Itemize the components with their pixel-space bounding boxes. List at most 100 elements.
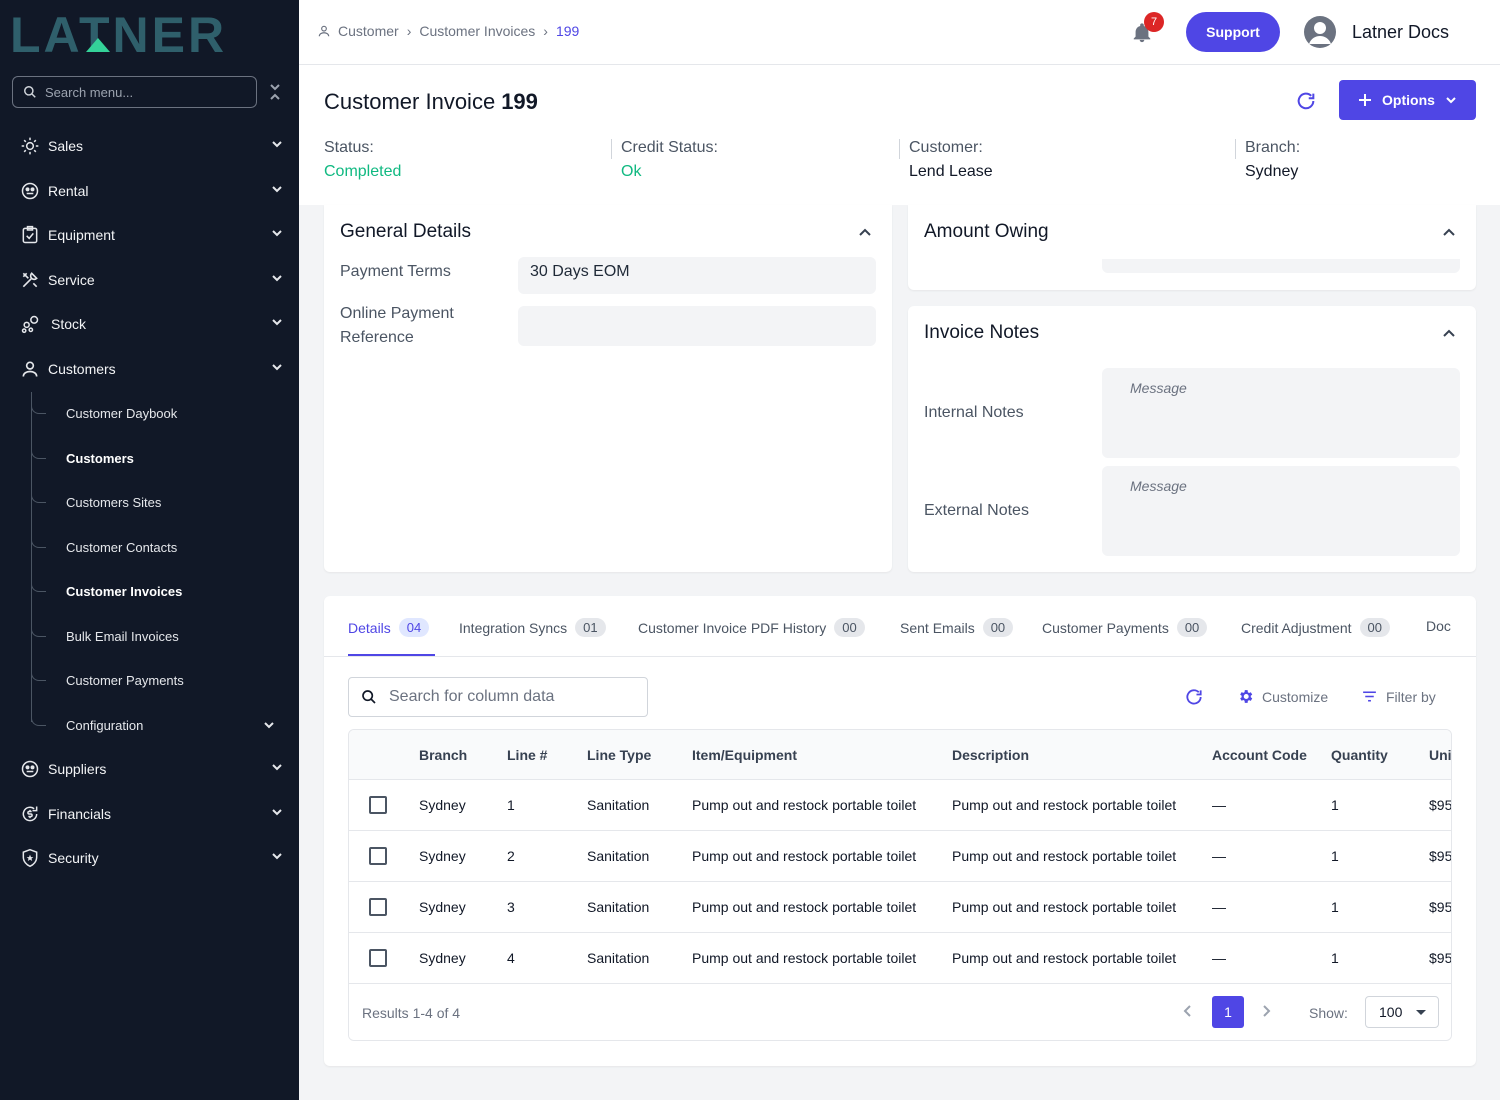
gear-icon xyxy=(1240,690,1253,703)
column-header-line-type[interactable]: Line Type xyxy=(587,747,651,763)
search-icon xyxy=(24,86,36,98)
options-button[interactable]: Options xyxy=(1339,80,1476,120)
column-header-line-number[interactable]: Line # xyxy=(507,747,547,763)
amount-owing-card: Amount Owing xyxy=(908,205,1476,290)
chevron-right-icon[interactable] xyxy=(1259,1004,1273,1018)
invoice-header: Customer Invoice 199 Options Status: Comp… xyxy=(299,65,1500,205)
online-payment-reference-field[interactable] xyxy=(518,306,876,346)
tab-details[interactable]: Details 04 xyxy=(348,618,430,637)
sidebar-subitem-configuration[interactable]: Configuration xyxy=(31,707,291,743)
customize-button[interactable]: Customize xyxy=(1237,688,1328,705)
column-header-branch[interactable]: Branch xyxy=(419,747,467,763)
sidebar-item-equipment[interactable]: Equipment xyxy=(0,215,299,255)
menu-search-input[interactable]: Search menu... xyxy=(12,76,257,108)
column-header-quantity[interactable]: Quantity xyxy=(1331,747,1388,763)
sidebar-subitem-bulk-email-invoices[interactable]: Bulk Email Invoices xyxy=(31,618,291,654)
column-search-input[interactable]: Search for column data xyxy=(348,677,648,717)
cell-branch: Sydney xyxy=(419,848,466,864)
chevron-up-icon[interactable] xyxy=(1442,326,1456,340)
customer-value[interactable]: Lend Lease xyxy=(909,163,993,181)
table-row[interactable]: Sydney 2 Sanitation Pump out and restock… xyxy=(349,831,1451,882)
sidebar-item-suppliers[interactable]: Suppliers xyxy=(0,749,299,789)
table-row[interactable]: Sydney 1 Sanitation Pump out and restock… xyxy=(349,780,1451,831)
column-header-description[interactable]: Description xyxy=(952,747,1029,763)
column-header-item-equipment[interactable]: Item/Equipment xyxy=(692,747,797,763)
cell-account-code: — xyxy=(1212,950,1226,966)
sidebar-subitem-customer-payments[interactable]: Customer Payments xyxy=(31,662,291,698)
svg-text:LATNER: LATNER xyxy=(10,10,227,56)
sidebar-subitem-customers[interactable]: Customers xyxy=(31,440,291,476)
page-title-text: Customer Invoice xyxy=(324,89,496,114)
sidebar-item-service[interactable]: Service xyxy=(0,260,299,300)
chevron-up-icon[interactable] xyxy=(1442,225,1456,239)
payment-terms-field[interactable]: 30 Days EOM xyxy=(518,257,876,294)
refresh-icon[interactable] xyxy=(1184,687,1204,707)
refresh-icon[interactable] xyxy=(1295,90,1317,112)
sidebar-subitem-customer-daybook[interactable]: Customer Daybook xyxy=(31,395,291,431)
column-header-account-code[interactable]: Account Code xyxy=(1212,747,1307,763)
avatar[interactable] xyxy=(1304,16,1336,48)
breadcrumb-separator: › xyxy=(406,23,412,39)
sidebar-subitem-customers-sites[interactable]: Customers Sites xyxy=(31,484,291,520)
chevron-up-icon[interactable] xyxy=(858,225,872,239)
divider xyxy=(899,139,900,159)
sidebar-item-label: Equipment xyxy=(48,227,115,243)
sidebar-item-stock[interactable]: Stock xyxy=(0,304,299,344)
tab-customer-payments[interactable]: Customer Payments 00 xyxy=(1042,618,1208,637)
sidebar-subitem-customer-contacts[interactable]: Customer Contacts xyxy=(31,529,291,565)
tab-count: 00 xyxy=(1176,618,1208,637)
tab-label: Details xyxy=(348,619,391,636)
tab-sent-emails[interactable]: Sent Emails 00 xyxy=(900,618,1014,637)
breadcrumb-customer-invoices[interactable]: Customer Invoices xyxy=(419,23,535,39)
sidebar-item-label: Customers xyxy=(48,361,116,377)
credit-status-field: Credit Status: Ok xyxy=(621,139,718,181)
filter-button[interactable]: Filter by xyxy=(1361,688,1436,705)
status-label: Status: xyxy=(324,139,374,156)
filter-icon xyxy=(1363,691,1376,702)
sidebar-item-security[interactable]: Security xyxy=(0,838,299,878)
latner-logo[interactable]: LATNER xyxy=(10,10,280,56)
support-button[interactable]: Support xyxy=(1186,12,1280,52)
cell-branch: Sydney xyxy=(419,950,466,966)
chevron-left-icon[interactable] xyxy=(1181,1004,1195,1018)
tab-integration-syncs[interactable]: Integration Syncs 01 xyxy=(459,618,606,637)
sidebar-item-customers[interactable]: Customers xyxy=(0,349,299,389)
row-checkbox[interactable] xyxy=(369,796,387,814)
row-checkbox[interactable] xyxy=(369,847,387,865)
collapse-sidebar-icon[interactable] xyxy=(268,82,282,102)
internal-notes-textarea[interactable]: Message xyxy=(1102,368,1460,458)
user-name[interactable]: Latner Docs xyxy=(1352,22,1449,43)
user-icon xyxy=(19,358,41,380)
internal-notes-label: Internal Notes xyxy=(924,404,1024,421)
branch-value: Sydney xyxy=(1245,163,1299,180)
table-row[interactable]: Sydney 3 Sanitation Pump out and restock… xyxy=(349,882,1451,933)
breadcrumb-customer[interactable]: Customer xyxy=(338,23,399,39)
column-header-unit[interactable]: Uni xyxy=(1429,747,1451,763)
sidebar-item-sales[interactable]: Sales xyxy=(0,126,299,166)
subitem-label: Customer Payments xyxy=(66,672,184,688)
row-checkbox[interactable] xyxy=(369,898,387,916)
sidebar-item-financials[interactable]: Financials xyxy=(0,794,299,834)
cell-account-code: — xyxy=(1212,797,1226,813)
tab-credit-adjustment[interactable]: Credit Adjustment 00 xyxy=(1241,618,1390,637)
chevron-down-icon xyxy=(272,319,282,326)
tab-documents[interactable]: Doc xyxy=(1426,618,1451,634)
sidebar-item-rental[interactable]: Rental xyxy=(0,171,299,211)
tab-pdf-history[interactable]: Customer Invoice PDF History 00 xyxy=(638,618,865,637)
cell-description: Pump out and restock portable toilet xyxy=(952,950,1177,966)
invoice-notes-card: Invoice Notes Internal Notes Message Ext… xyxy=(908,306,1476,572)
external-notes-textarea[interactable]: Message xyxy=(1102,466,1460,556)
row-checkbox[interactable] xyxy=(369,949,387,967)
tab-label: Integration Syncs xyxy=(459,619,568,636)
sidebar-item-label: Service xyxy=(48,272,95,288)
current-page-button[interactable]: 1 xyxy=(1212,996,1244,1028)
page-size-select[interactable]: 100 xyxy=(1365,996,1439,1028)
table-row[interactable]: Sydney 4 Sanitation Pump out and restock… xyxy=(349,933,1451,984)
sidebar-subitem-customer-invoices[interactable]: Customer Invoices xyxy=(31,573,291,609)
page-size-value: 100 xyxy=(1379,1004,1403,1020)
subitem-label: Customers xyxy=(66,450,134,466)
subitem-label: Customers Sites xyxy=(66,494,162,510)
cell-description: Pump out and restock portable toilet xyxy=(952,797,1177,813)
tools-icon xyxy=(19,269,41,291)
breadcrumb-separator: › xyxy=(543,23,548,39)
